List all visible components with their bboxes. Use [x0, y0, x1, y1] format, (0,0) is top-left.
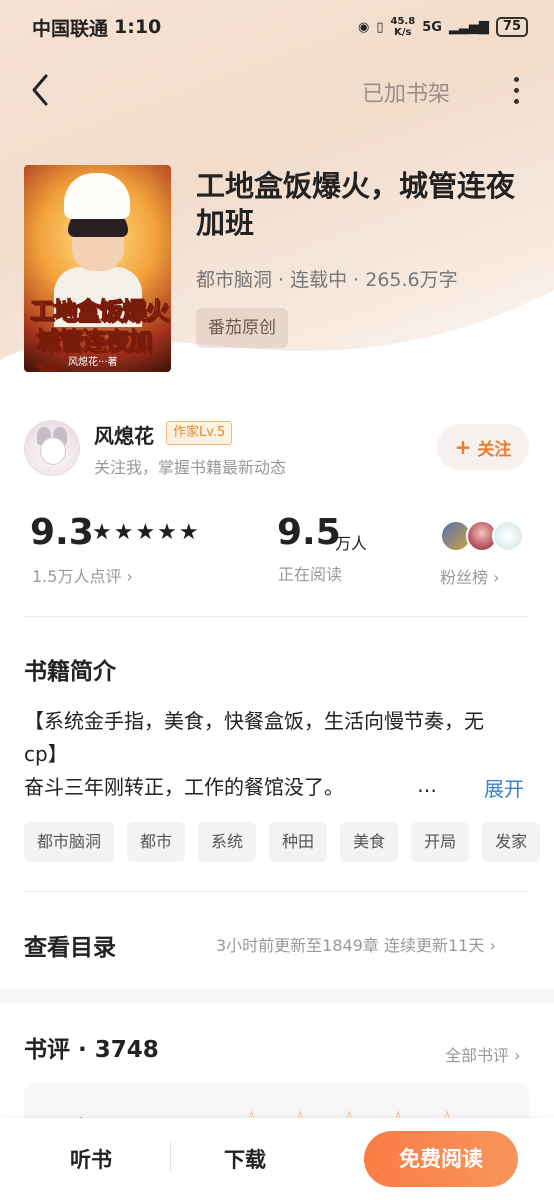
network-speed: 45.8 K/s [390, 16, 416, 38]
vibrate-icon: ▯ [376, 19, 384, 35]
tag-item[interactable]: 美食 [340, 822, 399, 862]
free-read-button[interactable]: 免费阅读 [364, 1131, 518, 1187]
readers-count: 9.5 [277, 512, 341, 553]
synopsis-title: 书籍简介 [24, 659, 116, 685]
tag-item[interactable]: 发家 [482, 822, 541, 862]
download-button[interactable]: 下载 [224, 1144, 266, 1174]
plus-icon: + [454, 435, 472, 459]
clock: 1:10 [114, 16, 162, 38]
fan-avatar [492, 520, 524, 552]
readers-unit: 万人 [335, 534, 368, 553]
tag-item[interactable]: 开局 [411, 822, 470, 862]
divider [170, 1142, 171, 1172]
follow-label: 关注 [477, 439, 512, 460]
section-separator [0, 990, 554, 1002]
catalog-title[interactable]: 查看目录 [24, 928, 116, 962]
rating-score: 9.3 [30, 512, 94, 553]
original-badge: 番茄原创 [196, 308, 288, 348]
rating-stars: ★★★★★ [92, 520, 201, 545]
network-type: 5G [422, 19, 442, 35]
author-avatar[interactable] [24, 420, 80, 476]
tag-item[interactable]: 系统 [198, 822, 257, 862]
synopsis-text[interactable]: 【系统金手指，美食，快餐盒饭，生活向慢节奏，无cp】 奋斗三年刚转正，工作的餐馆… [24, 705, 514, 804]
fans-ranking-link[interactable]: 粉丝榜 › [440, 564, 500, 588]
chevron-right-icon: › [126, 567, 133, 586]
readers-label: 正在阅读 [278, 565, 343, 584]
reviews-title: 书评 · 3748 [24, 1037, 159, 1063]
tag-item[interactable]: 都市脑洞 [24, 822, 115, 862]
chevron-right-icon: › [493, 568, 500, 587]
tag-item[interactable]: 种田 [269, 822, 328, 862]
chevron-right-icon: › [514, 1046, 521, 1065]
book-cover[interactable]: 工地盒饭爆火 城管连夜加班 风熄花···著 [24, 165, 171, 372]
catalog-update-link[interactable]: 3小时前更新至1849章 连续更新11天 › [216, 932, 496, 956]
author-level-badge: 作家Lv.5 [166, 421, 233, 445]
book-title: 工地盒饭爆火，城管连夜加班 [196, 169, 516, 240]
status-bar: 中国联通 1:10 ◉ ▯ 45.8 K/s 5G ▂▃▅▇ 75 [0, 0, 554, 54]
chevron-right-icon: › [489, 936, 496, 955]
back-arrow-icon [32, 74, 48, 106]
bottom-action-bar: 听书 下载 免费阅读 [0, 1118, 554, 1200]
more-button[interactable] [500, 70, 532, 110]
author-description: 关注我，掌握书籍最新动态 [94, 458, 287, 477]
tag-list: 都市脑洞 都市 系统 种田 美食 开局 发家 [24, 822, 554, 862]
added-to-shelf-label[interactable]: 已加书架 [362, 76, 450, 108]
fan-avatars[interactable] [440, 520, 530, 554]
synopsis-ellipsis: … [417, 773, 437, 797]
book-meta: 都市脑洞 · 连载中 · 265.6万字 [196, 269, 458, 291]
back-button[interactable] [24, 70, 60, 110]
nav-bar: 已加书架 [0, 62, 554, 118]
divider [24, 616, 529, 617]
tag-item[interactable]: 都市 [127, 822, 186, 862]
listen-button[interactable]: 听书 [70, 1144, 112, 1174]
author-name[interactable]: 风熄花 [94, 420, 154, 449]
follow-button[interactable]: + 关注 [437, 424, 529, 470]
carrier-name: 中国联通 [32, 17, 109, 40]
cover-author: 风熄花···著 [68, 357, 118, 368]
signal-icon: ▂▃▅▇ [448, 19, 489, 35]
battery-level: 75 [495, 17, 528, 37]
expand-button[interactable]: 展开 [484, 773, 524, 802]
rating-count-link[interactable]: 1.5万人点评 › [32, 563, 133, 587]
all-reviews-link[interactable]: 全部书评 › [445, 1042, 521, 1066]
divider [24, 891, 529, 892]
more-dots-icon [513, 76, 519, 82]
nfc-icon: ◉ [358, 19, 370, 35]
